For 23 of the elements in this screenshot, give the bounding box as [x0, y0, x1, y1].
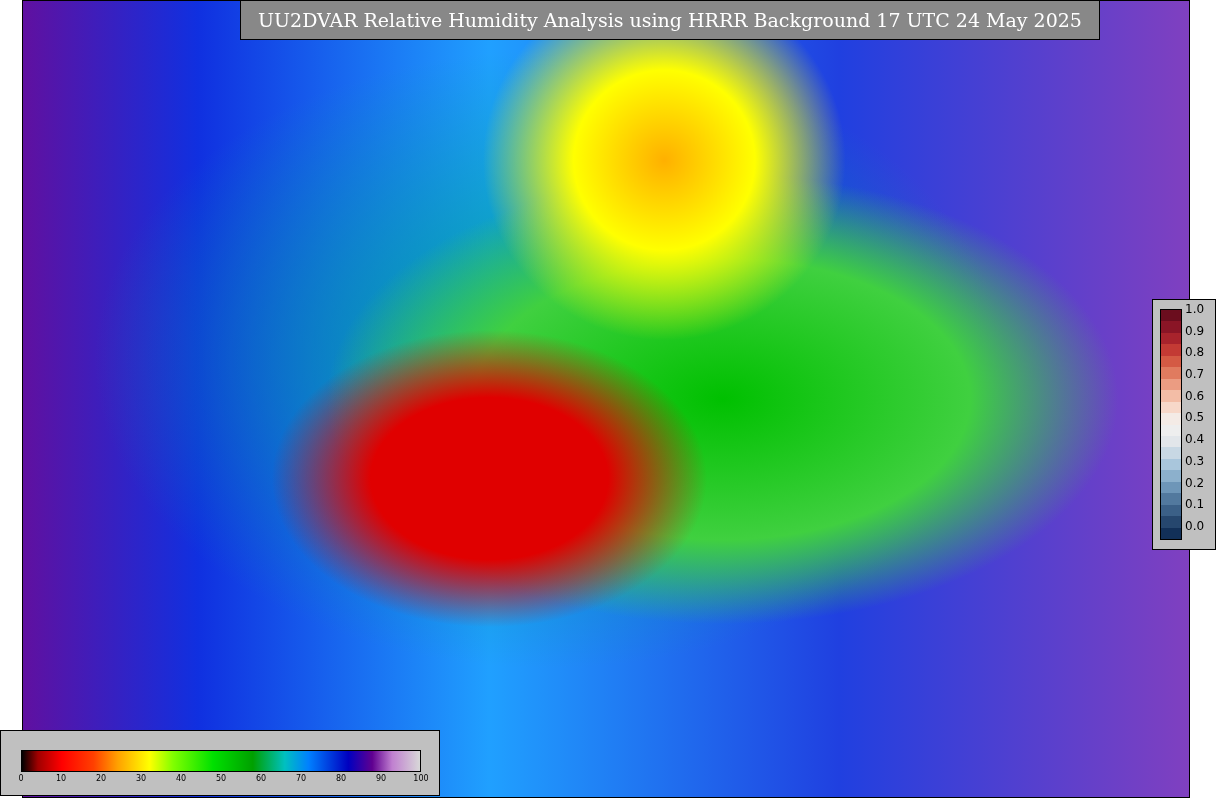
colorbar-tick-label: 70 — [295, 774, 307, 784]
colorbar-tick-label: 0.6 — [1185, 388, 1205, 403]
colorbar-tick-label: 0 — [18, 774, 24, 784]
map-title: UU2DVAR Relative Humidity Analysis using HRRR Background 17 UTC 24 May 2025 — [240, 0, 1100, 40]
colorbar-tick-label: 50 — [215, 774, 227, 784]
colorbar-tick-label: 0.3 — [1185, 453, 1205, 468]
colorbar-tick-label: 30 — [135, 774, 147, 784]
colorbar-tick-label: 90 — [375, 774, 387, 784]
colorbar-tick-label: 0.5 — [1185, 410, 1205, 425]
colorbar-tick-label: 40 — [175, 774, 187, 784]
colorbar-tick-label: 0.2 — [1185, 475, 1205, 490]
colorbar-tick-label: 80 — [335, 774, 347, 784]
colorbar-tick-label: 0.8 — [1185, 345, 1205, 360]
colorbar-tick-label: 20 — [95, 774, 107, 784]
colorbar-tick-label: 0.4 — [1185, 432, 1205, 447]
colorbar-tick-label: 60 — [255, 774, 267, 784]
colorbar-tick-label: 1.0 — [1185, 302, 1205, 316]
colorbar-tick-label: 0.1 — [1185, 497, 1205, 512]
colorbar-tick-label: 10 — [55, 774, 67, 784]
colorbar-tick-label: 0.9 — [1185, 323, 1205, 338]
colorbar-tick-label: 0.0 — [1185, 518, 1205, 533]
colorbar-tick-label: 0.7 — [1185, 367, 1205, 382]
colorbar-tick-label: 100 — [413, 774, 429, 784]
